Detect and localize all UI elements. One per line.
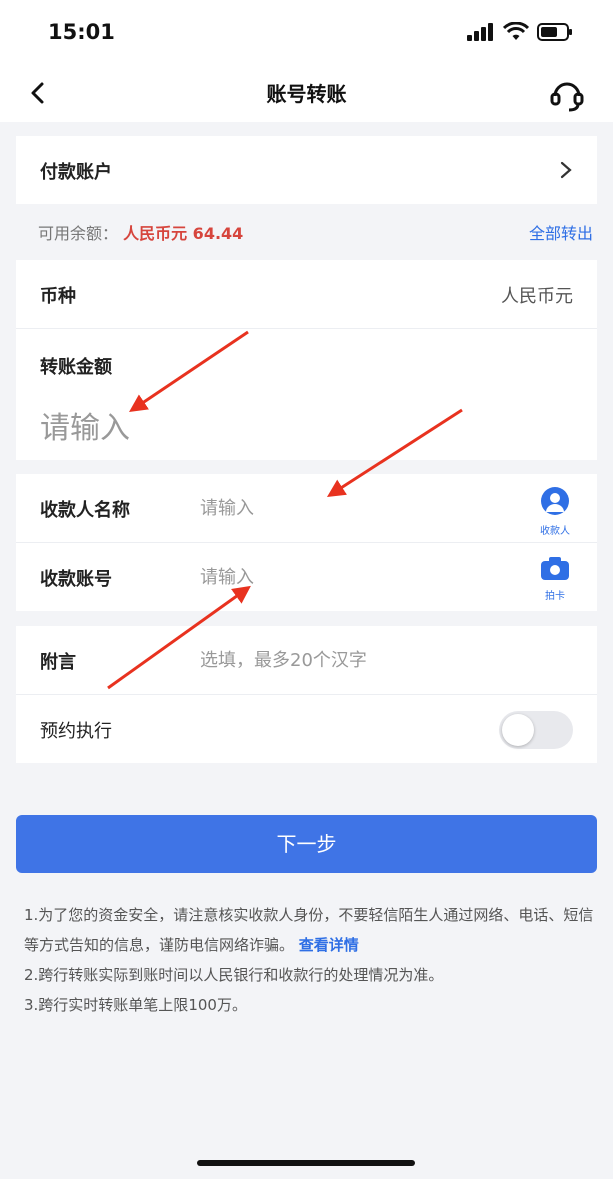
annotation-arrows [107, 330, 463, 690]
arrow-to-payee-name [326, 408, 463, 497]
arrow-to-amount [129, 330, 249, 413]
arrow-to-payee-account [107, 585, 251, 690]
